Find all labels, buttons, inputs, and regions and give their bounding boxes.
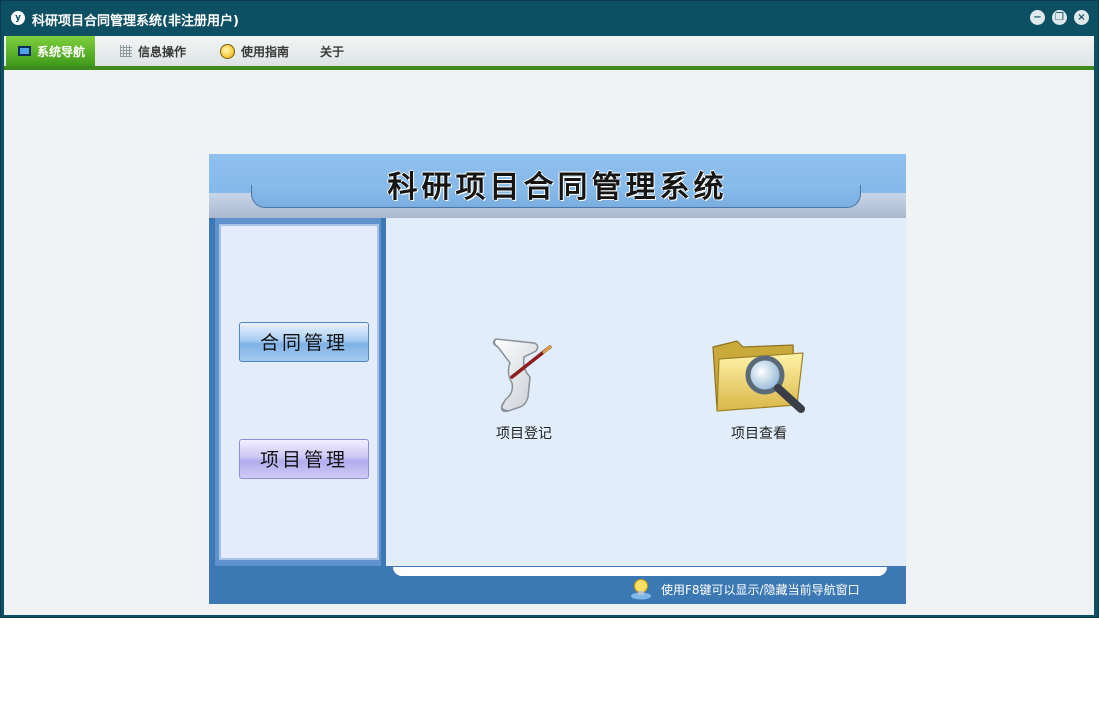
project-register-tile[interactable]: 项目登记 <box>464 333 584 443</box>
menu-item-info-ops[interactable]: 信息操作 <box>120 36 186 66</box>
menu-item-system-nav[interactable]: 系统导航 <box>6 36 96 66</box>
restore-button[interactable]: ❐ <box>1052 10 1067 25</box>
grid-icon <box>120 45 132 57</box>
content-area: 科研项目合同管理系统 合同管理 项目管理 项目登记 项目查看 使用F8键可以显示… <box>4 70 1094 615</box>
footer-hint: 使用F8键可以显示/隐藏当前导航窗口 <box>629 577 899 601</box>
bulb-icon <box>220 43 235 59</box>
app-logo-icon: y <box>11 11 25 25</box>
title-bar[interactable]: y 科研项目合同管理系统(非注册用户) − ❐ × <box>1 1 1098 35</box>
lightbulb-icon <box>631 579 651 600</box>
close-button[interactable]: × <box>1074 10 1089 25</box>
sidebar: 合同管理 项目管理 <box>215 218 381 566</box>
menu-item-label: 系统导航 <box>37 44 86 59</box>
menu-bar: 系统导航 信息操作 使用指南 关于 <box>4 36 1094 66</box>
menu-item-label: 信息操作 <box>138 44 187 59</box>
window-title: 科研项目合同管理系统(非注册用户) <box>32 14 239 29</box>
scroll-quill-icon <box>492 338 552 413</box>
menu-item-about[interactable]: 关于 <box>320 36 344 66</box>
main-area: 项目登记 项目查看 <box>386 218 906 566</box>
minimize-button[interactable]: − <box>1030 10 1045 25</box>
menu-item-user-guide[interactable]: 使用指南 <box>220 36 289 66</box>
project-view-tile[interactable]: 项目查看 <box>699 333 819 443</box>
monitor-icon <box>18 46 31 56</box>
project-management-button[interactable]: 项目管理 <box>239 439 369 479</box>
menu-item-label: 关于 <box>320 44 345 59</box>
tile-label: 项目登记 <box>496 426 552 442</box>
footer-hint-text: 使用F8键可以显示/隐藏当前导航窗口 <box>661 582 860 597</box>
navigation-panel: 科研项目合同管理系统 合同管理 项目管理 项目登记 项目查看 使用F8键可以显示… <box>209 154 906 604</box>
tile-label: 项目查看 <box>731 426 787 442</box>
app-window: y 科研项目合同管理系统(非注册用户) − ❐ × 系统导航 信息操作 使用指南… <box>0 0 1099 618</box>
panel-header: 科研项目合同管理系统 <box>209 154 906 218</box>
contract-management-button[interactable]: 合同管理 <box>239 322 369 362</box>
panel-title: 科研项目合同管理系统 <box>387 170 728 205</box>
menu-item-label: 使用指南 <box>241 44 290 59</box>
folder-search-icon <box>712 340 805 413</box>
